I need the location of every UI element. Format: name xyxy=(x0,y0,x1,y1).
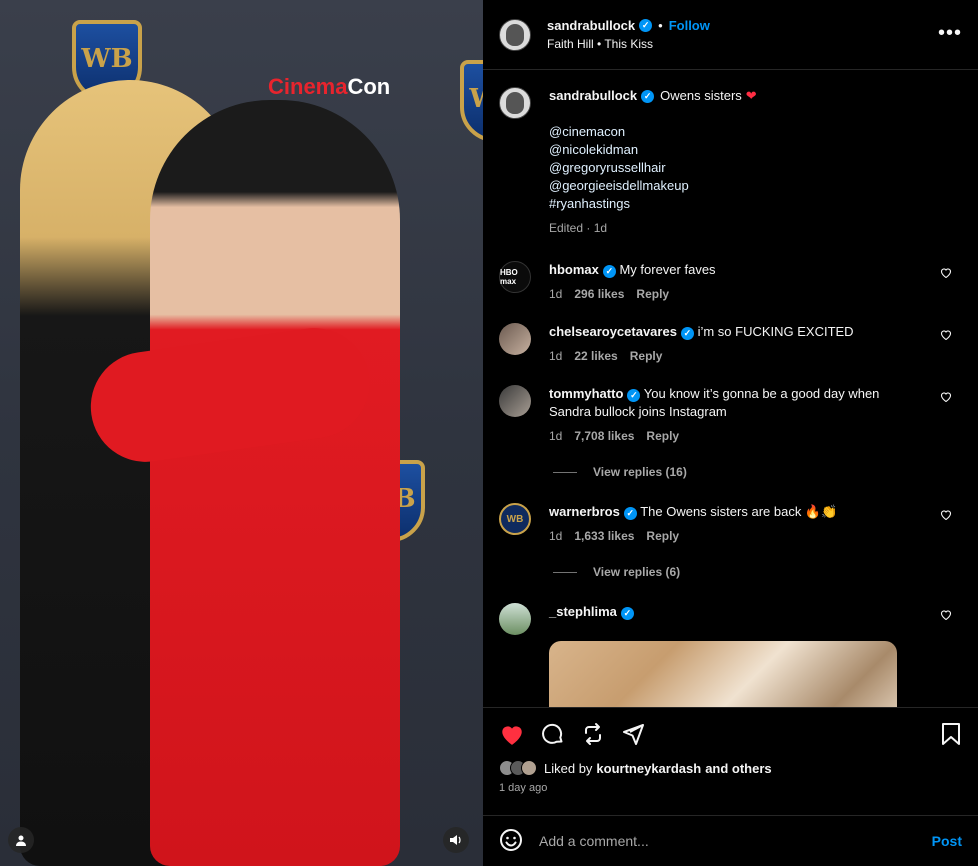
comment-item: tommyhatto ✓ You know it’s gonna be a goo… xyxy=(499,385,962,445)
comment-time: 1d xyxy=(549,287,563,301)
comment-gif[interactable] xyxy=(549,641,897,707)
heart-icon[interactable] xyxy=(499,722,525,746)
caption-text: Owens sisters xyxy=(660,88,742,103)
comment-username[interactable]: tommyhatto xyxy=(549,386,623,401)
avatar[interactable]: WB xyxy=(499,503,531,535)
comment-time: 1d xyxy=(549,349,563,363)
caption: sandrabullock ✓ Owens sisters ❤ @cinemac… xyxy=(499,87,962,237)
user-tag-icon[interactable] xyxy=(8,827,34,853)
reply-button[interactable]: Reply xyxy=(630,349,663,363)
comment-time: 1d xyxy=(549,429,563,443)
post-actions: Liked by kourtneykardash and others 1 da… xyxy=(483,707,978,794)
reply-button[interactable]: Reply xyxy=(646,529,679,543)
comment-text: i’m so FUCKING EXCITED xyxy=(697,324,854,339)
comments-list[interactable]: sandrabullock ✓ Owens sisters ❤ @cinemac… xyxy=(483,71,978,707)
verified-badge-icon: ✓ xyxy=(623,506,637,520)
liker-avatars xyxy=(499,760,537,776)
comment-likes[interactable]: 296 likes xyxy=(574,287,624,301)
comment-likes[interactable]: 1,633 likes xyxy=(574,529,634,543)
view-replies-button[interactable]: View replies (16) xyxy=(553,465,962,479)
reply-button[interactable]: Reply xyxy=(636,287,669,301)
verified-badge-icon: ✓ xyxy=(639,19,653,32)
avatar[interactable]: HBO max xyxy=(499,261,531,293)
comment-heart-icon[interactable] xyxy=(940,509,952,523)
audio-track-link[interactable]: Faith Hill • This Kiss xyxy=(547,37,710,51)
comment-input[interactable]: Add a comment... xyxy=(539,833,932,849)
caption-username-link[interactable]: sandrabullock xyxy=(549,87,637,105)
emoji-icon[interactable] xyxy=(499,828,523,855)
avatar[interactable] xyxy=(499,385,531,417)
comment-item: HBO max hbomax ✓ My forever faves 1d 296 l… xyxy=(499,261,962,303)
avatar[interactable] xyxy=(499,323,531,355)
wb-logo: WB xyxy=(460,60,483,142)
verified-badge-icon: ✓ xyxy=(680,326,694,340)
comment-time: 1d xyxy=(549,529,563,543)
comment-username[interactable]: hbomax xyxy=(549,262,599,277)
avatar[interactable] xyxy=(499,87,531,119)
verified-badge-icon: ✓ xyxy=(602,264,616,278)
reply-button[interactable]: Reply xyxy=(646,429,679,443)
comment-text: The Owens sisters are back 🔥👏 xyxy=(640,504,838,519)
caption-mentions: @cinemacon @nicolekidman @gregoryrussell… xyxy=(549,123,757,213)
verified-badge-icon: ✓ xyxy=(620,606,634,620)
comment-text: My forever faves xyxy=(619,262,716,277)
mention-link[interactable]: @georgieeisdellmakeup xyxy=(549,177,757,195)
liked-by-prefix: Liked by xyxy=(544,760,593,776)
username-link[interactable]: sandrabullock xyxy=(547,18,635,33)
repost-icon[interactable] xyxy=(581,722,605,746)
comment-username[interactable]: _stephlima xyxy=(549,604,617,619)
view-replies-button[interactable]: View replies (6) xyxy=(553,565,962,579)
comment-heart-icon[interactable] xyxy=(940,267,952,281)
sound-icon[interactable] xyxy=(443,827,469,853)
cinemacon-logo: CinemaCon xyxy=(268,74,391,99)
post-header: sandrabullock ✓ • Follow Faith Hill • Th… xyxy=(483,0,978,70)
liked-by-others[interactable]: and others xyxy=(705,761,771,776)
caption-meta: Edited · 1d xyxy=(549,221,608,235)
hashtag-link[interactable]: #ryanhastings xyxy=(549,195,757,213)
avatar[interactable] xyxy=(499,603,531,635)
more-options-icon[interactable]: ••• xyxy=(938,22,962,45)
avatar[interactable] xyxy=(499,18,531,51)
follow-button[interactable]: Follow xyxy=(669,18,710,33)
comment-username[interactable]: chelsearoycetavares xyxy=(549,324,677,339)
comment-icon[interactable] xyxy=(541,722,565,746)
comment-item: chelsearoycetavares ✓ i’m so FUCKING EXCI… xyxy=(499,323,962,365)
likes-summary[interactable]: Liked by kourtneykardash and others xyxy=(499,760,962,776)
liked-by-user-link[interactable]: kourtneykardash xyxy=(596,761,701,776)
verified-badge-icon: ✓ xyxy=(641,89,655,103)
comment-username[interactable]: warnerbros xyxy=(549,504,620,519)
post-media[interactable]: WB WB WB CinemaCon Con xyxy=(0,0,483,866)
comment-likes[interactable]: 22 likes xyxy=(574,349,617,363)
mention-link[interactable]: @cinemacon xyxy=(549,123,757,141)
post-time: 1 day ago xyxy=(499,782,548,794)
person-right xyxy=(150,100,400,866)
verified-badge-icon: ✓ xyxy=(627,388,641,402)
side-panel: sandrabullock ✓ • Follow Faith Hill • Th… xyxy=(483,0,978,866)
comment-heart-icon[interactable] xyxy=(940,609,952,623)
post-comment-button[interactable]: Post xyxy=(932,833,962,849)
add-comment-bar: Add a comment... Post xyxy=(483,815,978,866)
comment-heart-icon[interactable] xyxy=(940,329,952,343)
red-heart-emoji: ❤ xyxy=(745,88,757,103)
comment-item: _stephlima ✓ xyxy=(499,603,962,635)
comment-item: WB warnerbros ✓ The Owens sisters are bac… xyxy=(499,503,962,545)
comment-heart-icon[interactable] xyxy=(940,391,952,405)
comment-likes[interactable]: 7,708 likes xyxy=(574,429,634,443)
mention-link[interactable]: @nicolekidman xyxy=(549,141,757,159)
separator-dot: • xyxy=(658,18,663,33)
post-view: WB WB WB CinemaCon Con sandrabullock ✓ •… xyxy=(0,0,978,866)
mention-link[interactable]: @gregoryrussellhair xyxy=(549,159,757,177)
share-icon[interactable] xyxy=(621,722,645,746)
bookmark-icon[interactable] xyxy=(940,722,962,746)
